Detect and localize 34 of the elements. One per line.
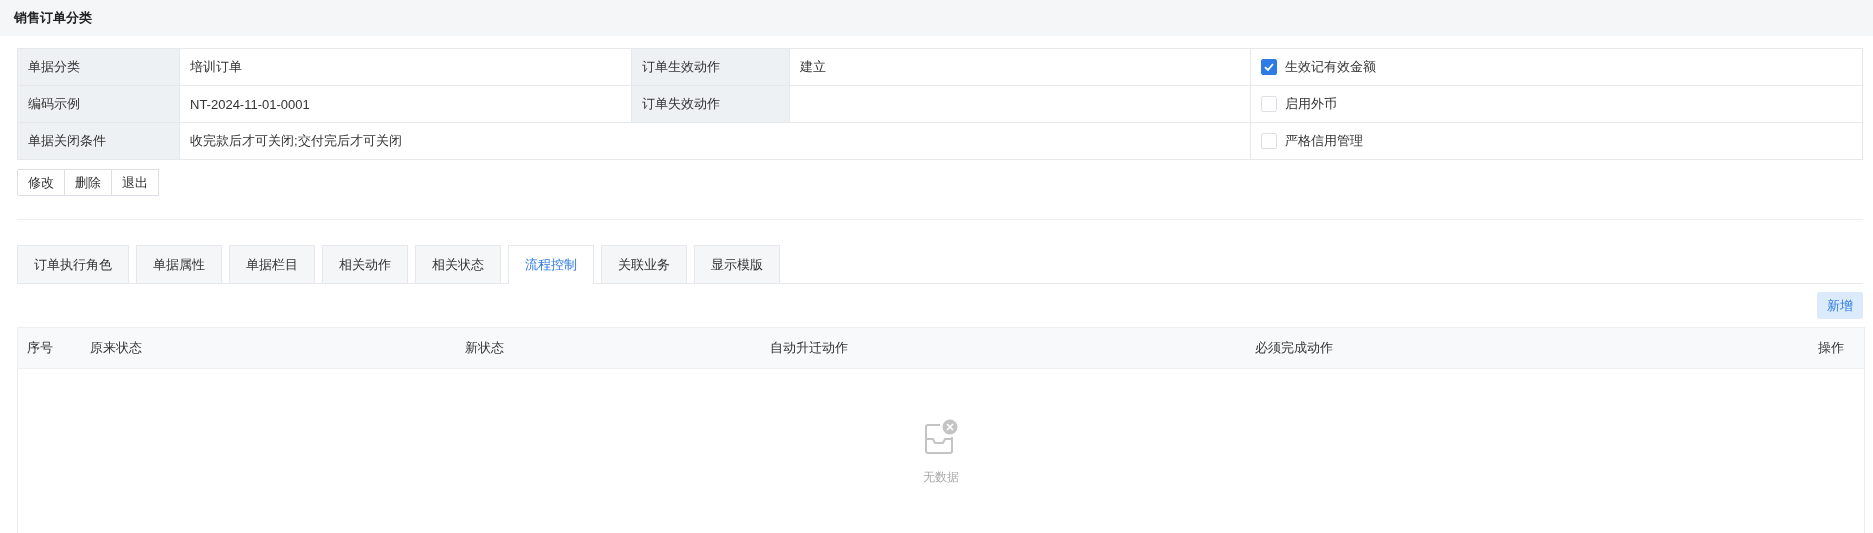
field-label: 编码示例 xyxy=(17,85,180,123)
column-header: 序号 xyxy=(26,339,54,357)
field-value: 收完款后才可关闭;交付完后才可关闭 xyxy=(179,122,1251,160)
action-button[interactable]: 删除 xyxy=(64,169,112,196)
field-label: 单据分类 xyxy=(17,48,180,86)
field-value: NT-2024-11-01-0001 xyxy=(179,85,632,123)
checkbox[interactable] xyxy=(1261,59,1277,75)
column-header: 操作 xyxy=(1817,339,1845,357)
empty-inbox-icon xyxy=(924,419,958,455)
column-header: 新状态 xyxy=(464,339,505,357)
field-label: 单据关闭条件 xyxy=(17,122,180,160)
column-header: 必须完成动作 xyxy=(1254,339,1334,357)
empty-message: 无数据 xyxy=(923,469,959,486)
column-header: 原来状态 xyxy=(89,339,143,357)
tab[interactable]: 相关动作 xyxy=(322,245,408,283)
action-button[interactable]: 修改 xyxy=(17,169,65,196)
tab[interactable]: 单据属性 xyxy=(136,245,222,283)
field-label: 订单生效动作 xyxy=(631,48,790,86)
tab[interactable]: 相关状态 xyxy=(415,245,501,283)
add-button[interactable]: 新增 xyxy=(1817,292,1863,319)
field-label: 订单失效动作 xyxy=(631,85,790,123)
checkbox-label: 生效记有效金额 xyxy=(1285,58,1376,76)
checkbox-label: 严格信用管理 xyxy=(1285,132,1363,150)
tab[interactable]: 单据栏目 xyxy=(229,245,315,283)
field-value: 建立 xyxy=(789,48,1251,86)
tab[interactable]: 流程控制 xyxy=(508,245,594,284)
action-button[interactable]: 退出 xyxy=(111,169,159,196)
field-value: 培训订单 xyxy=(179,48,632,86)
tab[interactable]: 订单执行角色 xyxy=(17,245,129,283)
checkbox-label: 启用外币 xyxy=(1285,95,1337,113)
tab[interactable]: 显示模版 xyxy=(694,245,780,283)
tab[interactable]: 关联业务 xyxy=(601,245,687,283)
column-header: 自动升迁动作 xyxy=(769,339,849,357)
page-title: 销售订单分类 xyxy=(14,9,92,27)
